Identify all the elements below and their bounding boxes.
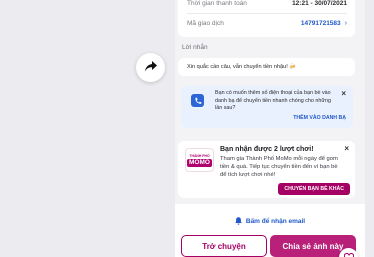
contact-book-icon (191, 94, 204, 107)
share-arrow-icon (144, 59, 157, 77)
bottom-actions: Bấm để nhận email Trở chuyện Chia sẻ ảnh… (175, 204, 365, 257)
payment-time-value: 12:21 - 30/07/2021 (292, 0, 347, 7)
message-card: Xin quắc cần câu, vẫn chuyển tiền nhậu! … (178, 58, 355, 76)
logo-main-text: MOMO (187, 158, 212, 167)
close-icon[interactable]: × (341, 89, 346, 98)
transaction-code-label: Mã giao dịch (187, 20, 224, 27)
transaction-code-value: 14791721583 (300, 20, 341, 27)
message-text: Xin quắc cần câu, vẫn chuyển tiền nhậu! … (187, 64, 297, 70)
divider (187, 13, 347, 14)
back-to-chat-button[interactable]: Trở chuyện (181, 235, 267, 257)
promo-title: Bạn nhận được 2 lượt chơi! (220, 146, 314, 153)
close-icon[interactable]: × (344, 144, 349, 153)
receive-email-link[interactable]: Bấm để nhận email (175, 217, 365, 225)
add-contact-prompt: Bạn có muốn thêm số điện thoại của bạn b… (181, 86, 353, 128)
chevron-right-icon: › (344, 20, 347, 27)
transfer-other-friend-button[interactable]: CHUYỂN BẠN BÈ KHÁC (278, 183, 350, 195)
add-contact-text: Bạn có muốn thêm số điện thoại của bạn b… (215, 90, 332, 112)
payment-time-label: Thời gian thanh toán (187, 0, 247, 7)
logo-top-text: THÀNH PHỐ (189, 153, 210, 158)
transaction-code-row[interactable]: Mã giao dịch 14791721583 › (187, 17, 347, 30)
payment-time-row: Thời gian thanh toán 12:21 - 30/07/2021 (187, 0, 347, 10)
message-label: Lời nhắn (182, 44, 208, 51)
momo-city-logo: THÀNH PHỐ MOMO (185, 148, 214, 172)
promo-body: Tham gia Thành Phố MoMo mỗi ngày để gom … (220, 156, 338, 178)
momo-city-promo-card: THÀNH PHỐ MOMO Bạn nhận được 2 lượt chơi… (178, 141, 355, 198)
bell-icon (235, 217, 242, 225)
transaction-detail-panel: Thời gian thanh toán 12:21 - 30/07/2021 … (175, 0, 365, 257)
transaction-info-card: Thời gian thanh toán 12:21 - 30/07/2021 … (178, 0, 355, 37)
receive-email-label: Bấm để nhận email (245, 217, 306, 225)
add-to-contacts-link[interactable]: THÊM VÀO DANH BẠ (293, 115, 346, 121)
share-button[interactable] (136, 53, 165, 82)
